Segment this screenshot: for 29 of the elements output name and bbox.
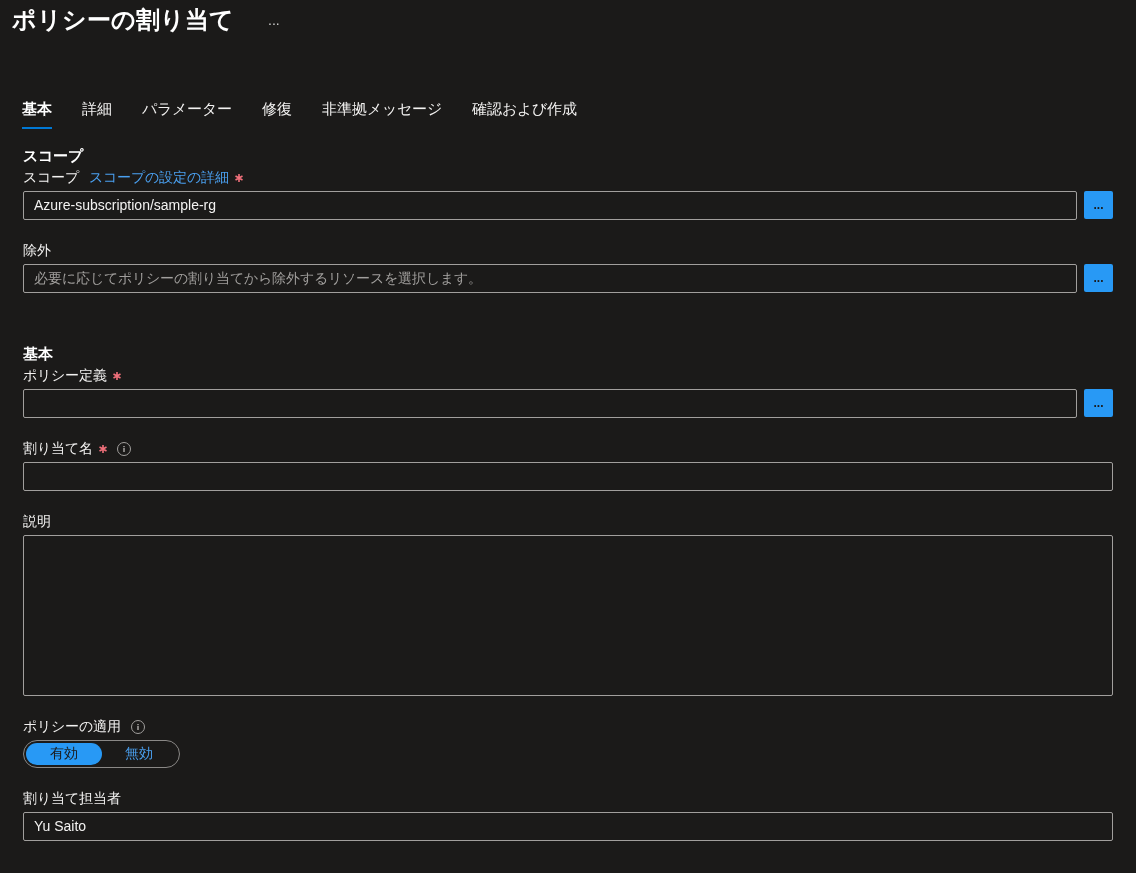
field-label: ポリシー定義 [23,366,107,385]
tab[interactable]: 確認および作成 [472,98,577,129]
toggle-option[interactable]: 無効 [101,742,177,765]
field-label: 除外 [23,241,51,260]
browse-button[interactable]: ... [1084,263,1113,292]
section-heading: スコープ [23,145,85,166]
field-label: 割り当て担当者 [23,789,121,808]
tab[interactable]: パラメーター [142,98,232,129]
input-field[interactable]: Azure-subscription/sample-rg [23,190,1077,220]
browse-button[interactable]: ... [1084,388,1113,417]
field-label: 説明 [23,512,51,531]
tab[interactable]: 修復 [262,98,292,129]
page-title: ポリシーの割り当て [12,5,234,35]
input-field[interactable]: Yu Saito [23,811,1113,841]
scope-help-link[interactable]: スコープの設定の詳細 [89,167,229,188]
browse-button[interactable]: ... [1084,190,1113,219]
input-field[interactable]: 必要に応じてポリシーの割り当てから除外するリソースを選択します。 [23,263,1077,293]
field-label: 割り当て名 [23,439,93,458]
more-button[interactable]: ... [264,9,284,31]
description-field[interactable] [23,534,1113,696]
field-label: ポリシーの適用 [23,717,121,736]
section-heading: 基本 [23,343,54,364]
field-label: スコープ [23,168,79,187]
toggle-option[interactable]: 有効 [26,742,102,765]
tab[interactable]: 詳細 [82,98,112,129]
tab[interactable]: 基本 [22,98,52,129]
input-field[interactable] [23,388,1077,418]
input-field[interactable] [23,461,1113,491]
tab[interactable]: 非準拠メッセージ [322,98,442,129]
